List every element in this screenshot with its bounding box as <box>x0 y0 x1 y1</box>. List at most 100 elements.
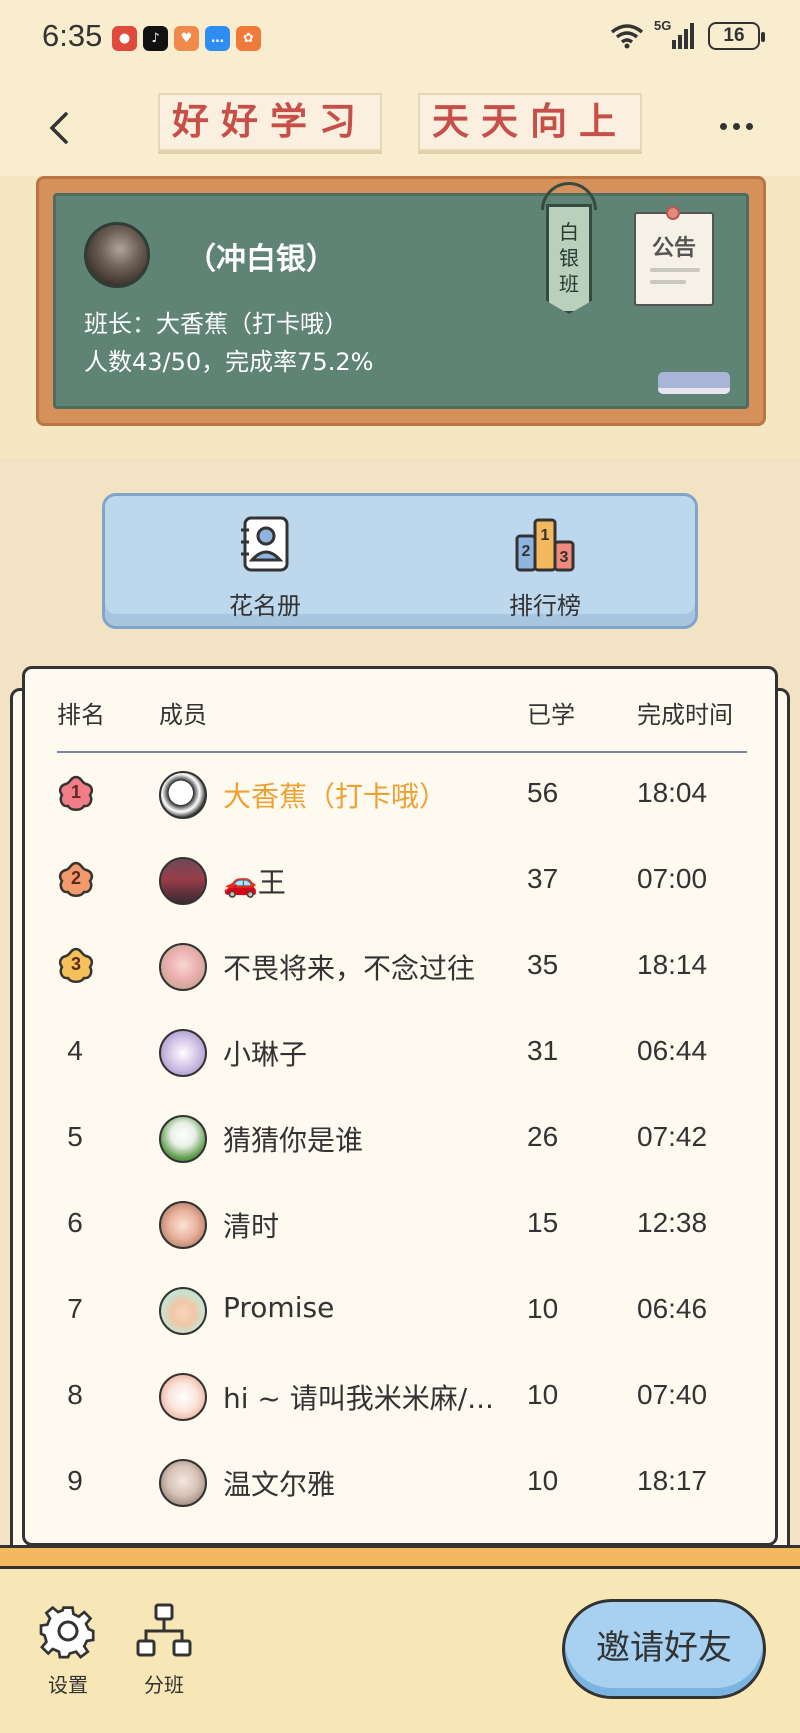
hierarchy-icon <box>136 1603 192 1657</box>
message-app-icon: ● <box>112 26 137 51</box>
rank-number: 2 <box>70 868 81 888</box>
member-name: 大香蕉（打卡哦） <box>223 780 448 813</box>
member-name: 猜猜你是谁 <box>223 1124 364 1157</box>
tab-ranking[interactable]: 2 1 3 排行榜 <box>465 514 625 621</box>
rank-number: 8 <box>67 1379 83 1410</box>
member-name: 不畏将来，不念过往 <box>223 952 476 985</box>
avatar <box>159 1201 207 1249</box>
chalkboard-frame: （冲白银） 班长：大香蕉（打卡哦） 人数43/50，完成率75.2% 白 银 班… <box>36 176 766 426</box>
eraser-icon <box>658 372 730 394</box>
avatar <box>159 1115 207 1163</box>
tiktok-icon: ♪ <box>143 26 168 51</box>
status-app-icons: ● ♪ ♥ … ✿ <box>112 26 261 51</box>
col-member: 成员 <box>159 701 207 729</box>
shelf-divider <box>0 1545 800 1569</box>
podium-icon: 2 1 3 <box>515 518 575 572</box>
title-right: 天天向上 <box>418 93 642 151</box>
learned-count: 10 <box>527 1293 559 1324</box>
banner-text: 白 银 班 <box>549 219 589 297</box>
table-row[interactable]: 3 不畏将来，不念过往 35 18:14 <box>25 925 775 1011</box>
class-name: （冲白银） <box>186 242 336 277</box>
battery-indicator: 16 <box>708 22 765 50</box>
chat-app-icon: … <box>205 26 230 51</box>
col-rank: 排名 <box>57 701 105 729</box>
banner-char: 银 <box>559 246 579 270</box>
ranking-list[interactable]: 排名 成员 已学 完成时间 1 大香蕉（打卡哦） 56 18:04 2 🚗王 3… <box>22 666 778 1546</box>
member-name: hi ~ 请叫我米米麻/... <box>223 1382 494 1415</box>
table-row[interactable]: 2 🚗王 37 07:00 <box>25 839 775 925</box>
col-learned: 已学 <box>527 701 575 729</box>
table-row[interactable]: 4 小琳子 31 06:44 <box>25 1011 775 1097</box>
split-class-button[interactable]: 分班 <box>124 1601 204 1698</box>
rank-number: 4 <box>67 1035 83 1066</box>
table-row[interactable]: 7 Promise 10 06:46 <box>25 1269 775 1355</box>
learned-count: 31 <box>527 1035 559 1066</box>
table-row[interactable]: 6 清时 15 12:38 <box>25 1183 775 1269</box>
cell-signal-icon: 5G <box>654 18 698 50</box>
rank-1-medal-icon: 1 <box>57 775 95 813</box>
rank-banner: 白 银 班 <box>546 204 592 314</box>
rank-number: 9 <box>67 1465 83 1496</box>
table-row[interactable]: 5 猜猜你是谁 26 07:42 <box>25 1097 775 1183</box>
roster-book-icon <box>241 516 289 572</box>
back-button[interactable] <box>40 108 80 148</box>
class-monitor: 班长：大香蕉（打卡哦） <box>84 310 348 338</box>
wifi-icon <box>610 24 644 49</box>
finish-time: 18:17 <box>637 1465 708 1496</box>
avatar <box>159 943 207 991</box>
avatar <box>159 857 207 905</box>
table-row[interactable]: 1 大香蕉（打卡哦） 56 18:04 <box>25 753 775 839</box>
col-time: 完成时间 <box>637 701 733 729</box>
learned-count: 56 <box>527 777 559 808</box>
more-options-button[interactable] <box>720 116 760 136</box>
chalkboard: （冲白银） 班长：大香蕉（打卡哦） 人数43/50，完成率75.2% 白 银 班… <box>53 182 749 409</box>
learned-count: 10 <box>527 1379 559 1410</box>
member-name: 清时 <box>223 1210 280 1243</box>
rank-number: 6 <box>67 1207 83 1238</box>
member-name: 小琳子 <box>223 1038 308 1071</box>
title-left: 好好学习 <box>158 93 382 151</box>
finish-time: 07:40 <box>637 1379 708 1410</box>
notice-line <box>650 280 686 284</box>
gear-icon <box>39 1605 95 1659</box>
svg-text:3: 3 <box>560 549 569 566</box>
status-bar: 6:35 ● ♪ ♥ … ✿ 5G 16 <box>0 0 800 78</box>
rank-number: 3 <box>70 954 81 974</box>
class-stats: 人数43/50，完成率75.2% <box>84 348 374 376</box>
more-dot-icon <box>720 122 727 130</box>
finish-time: 18:04 <box>637 777 708 808</box>
tab-roster-label: 花名册 <box>229 592 301 620</box>
tab-roster[interactable]: 花名册 <box>185 514 345 621</box>
rank-3-medal-icon: 3 <box>57 947 95 985</box>
rank-number: 1 <box>70 782 81 802</box>
table-row[interactable]: 8 hi ~ 请叫我米米麻/... 10 07:40 <box>25 1355 775 1441</box>
notice-line <box>650 268 700 272</box>
settings-button[interactable]: 设置 <box>28 1601 108 1698</box>
svg-text:2: 2 <box>522 543 531 560</box>
avatar <box>159 1459 207 1507</box>
notice-label: 公告 <box>651 236 696 261</box>
member-name: 温文尔雅 <box>223 1468 336 1501</box>
more-dot-icon <box>746 122 753 130</box>
avatar <box>159 1373 207 1421</box>
settings-label: 设置 <box>48 1673 88 1697</box>
learned-count: 35 <box>527 949 559 980</box>
header: 好好学习 天天向上 <box>0 78 800 176</box>
notice-board-button[interactable]: 公告 <box>634 206 714 306</box>
member-name: Promise <box>223 1291 335 1324</box>
bottom-bar: 设置 分班 邀请好友 <box>0 1569 800 1733</box>
invite-friends-button[interactable]: 邀请好友 <box>562 1599 766 1699</box>
learned-count: 26 <box>527 1121 559 1152</box>
finish-time: 18:14 <box>637 949 708 980</box>
learned-count: 37 <box>527 863 559 894</box>
list-header: 排名 成员 已学 完成时间 <box>25 669 775 751</box>
table-row[interactable]: 9 温文尔雅 10 18:17 <box>25 1441 775 1527</box>
avatar <box>159 1287 207 1335</box>
tabs-panel: 花名册 2 1 3 排行榜 <box>102 493 698 629</box>
class-avatar[interactable] <box>84 222 150 288</box>
learned-count: 10 <box>527 1465 559 1496</box>
banner-char: 白 <box>559 220 579 244</box>
learned-count: 15 <box>527 1207 559 1238</box>
rank-number: 7 <box>67 1293 83 1324</box>
finish-time: 07:00 <box>637 863 708 894</box>
